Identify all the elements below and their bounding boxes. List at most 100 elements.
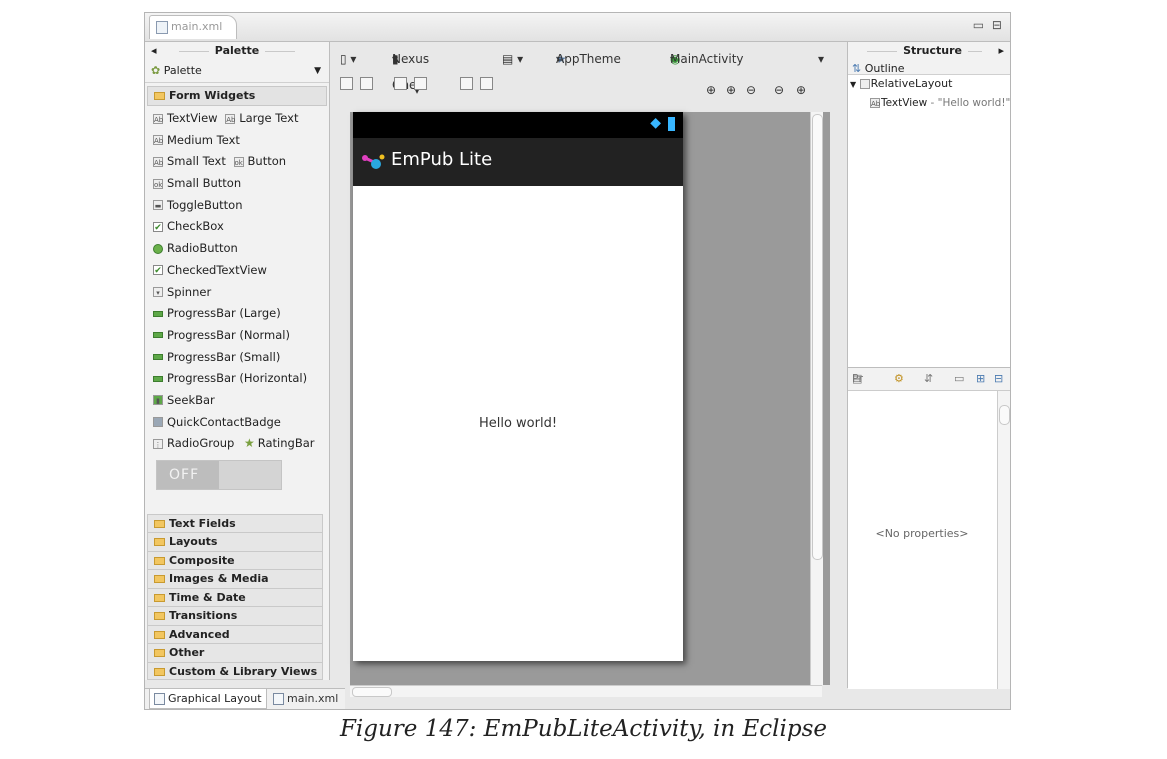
widget-ratingbar[interactable]: ★ RatingBar — [238, 436, 315, 450]
widget-label: QuickContactBadge — [167, 414, 281, 429]
canvas-vertical-scrollbar[interactable] — [810, 112, 823, 685]
editor-tab-label: main.xml — [171, 20, 223, 33]
collapse-all-icon[interactable]: ⊟ — [994, 368, 1003, 390]
widget-label: RadioButton — [167, 241, 238, 256]
widget-switch[interactable]: OFF — [156, 460, 282, 490]
radiobutton-icon — [153, 243, 163, 254]
design-canvas[interactable]: ◆ EmPub Lite Hello world! — [350, 112, 830, 685]
quickcontactbadge-icon — [153, 417, 163, 428]
widget-label: ProgressBar (Large) — [167, 306, 281, 321]
category-label: Composite — [169, 553, 235, 567]
widget-label: Button — [247, 154, 287, 169]
tab-main-xml[interactable]: main.xml — [269, 689, 342, 708]
widget-progressbar-small[interactable]: ProgressBar (Small) — [153, 347, 329, 369]
medium-text-icon: Ab — [153, 135, 164, 146]
togglebutton-icon: ▬ — [153, 200, 163, 211]
folder-icon — [154, 630, 165, 639]
widget-small-button[interactable]: ok Small Button — [153, 173, 329, 195]
expand-icon[interactable]: ▼ — [850, 80, 856, 89]
scroll-thumb[interactable] — [352, 687, 392, 697]
zoom-100-icon[interactable]: ⊖ — [746, 77, 756, 103]
category-advanced[interactable]: Advanced — [147, 624, 323, 643]
config-chooser-icon[interactable]: ▯ ▾ — [340, 46, 356, 72]
window-controls[interactable]: ▭ ⊟ — [973, 18, 1004, 32]
collapse-right-icon[interactable]: ▸ — [998, 42, 1004, 60]
widget-button[interactable]: ok Button — [230, 154, 287, 169]
widget-checkedtextview[interactable]: ✔ CheckedTextView — [153, 260, 329, 282]
widget-label: Small Text — [167, 154, 226, 169]
category-label: Layouts — [169, 535, 218, 548]
widget-label: RadioGroup — [167, 436, 235, 451]
progressbar-icon — [153, 310, 163, 317]
palette-categories: Text Fields Layouts Composite Images & M… — [147, 513, 323, 680]
widget-large-text[interactable]: Ab Large Text — [221, 111, 299, 125]
widget-radiogroup[interactable]: ⋮ RadioGroup — [153, 436, 234, 450]
zoom-fit-icon[interactable]: ⊕ — [706, 77, 716, 103]
tree-node-textview[interactable]: AbTextView - "Hello world!" — [870, 97, 1010, 109]
widget-progressbar-large[interactable]: ProgressBar (Large) — [153, 303, 329, 325]
structure-panel: Structure ▸ ⇅ Outline ▼ RelativeLayout A… — [847, 42, 1010, 689]
orientation-dropdown[interactable]: ▤ ▾ — [502, 46, 523, 72]
overflow-dropdown[interactable]: ▾ — [818, 46, 824, 72]
category-composite[interactable]: Composite — [147, 550, 323, 569]
xml-file-icon — [156, 20, 168, 34]
gravity-icon[interactable]: ▾ — [414, 77, 427, 103]
collapse-left-icon[interactable]: ◂ — [151, 42, 157, 60]
canvas-horizontal-scrollbar[interactable] — [350, 685, 822, 697]
category-transitions[interactable]: Transitions — [147, 606, 323, 625]
editor-tab-main-xml[interactable]: main.xml ☒ — [149, 15, 237, 55]
expand-all-icon[interactable]: ⊞ — [976, 368, 985, 390]
tree-node-relativelayout[interactable]: ▼ RelativeLayout — [850, 77, 952, 90]
category-time-date[interactable]: Time & Date — [147, 587, 323, 606]
widget-progressbar-normal[interactable]: ProgressBar (Normal) — [153, 325, 329, 347]
widget-row: Ab Small Text ok Button — [153, 151, 329, 173]
small-text-icon: Ab — [153, 156, 164, 167]
large-text-icon: Ab — [225, 113, 236, 124]
widget-seekbar[interactable]: ▮ SeekBar — [153, 390, 329, 412]
scroll-thumb[interactable] — [999, 405, 1010, 425]
filter-icon[interactable]: ⚙ — [894, 368, 904, 390]
layout-editor: ▯ ▾ ▮ Nexus One ▾ ▤ ▾ ★ AppTheme ▾ ◉ Mai… — [330, 42, 846, 697]
category-layouts[interactable]: Layouts — [147, 532, 323, 551]
config-toolbar: ▯ ▾ ▮ Nexus One ▾ ▤ ▾ ★ AppTheme ▾ ◉ Mai… — [330, 46, 846, 92]
category-text-fields[interactable]: Text Fields — [147, 513, 323, 532]
device-dropdown[interactable]: ▮ Nexus One ▾ — [392, 46, 429, 92]
widget-label: RatingBar — [257, 436, 315, 451]
widget-row: Ab TextView Ab Large Text — [153, 108, 329, 130]
widget-label: TextView — [167, 111, 218, 125]
theme-dropdown[interactable]: ★ AppTheme ▾ — [556, 46, 621, 72]
widget-spinner[interactable]: ▾ Spinner — [153, 282, 329, 304]
tab-graphical-layout[interactable]: Graphical Layout — [149, 689, 267, 709]
category-other[interactable]: Other — [147, 643, 323, 662]
widget-label: ProgressBar (Normal) — [167, 327, 290, 342]
widget-radiobutton[interactable]: RadioButton — [153, 238, 329, 260]
zoom-in-icon[interactable]: ⊕ — [796, 77, 806, 103]
properties-scrollbar[interactable] — [997, 391, 1010, 689]
widget-label: Large Text — [239, 111, 299, 125]
category-label: Form Widgets — [169, 89, 256, 102]
category-label: Advanced — [169, 627, 230, 641]
widget-progressbar-horizontal[interactable]: ProgressBar (Horizontal) — [153, 368, 329, 390]
scroll-thumb[interactable] — [812, 114, 823, 560]
folder-icon — [154, 612, 165, 620]
category-form-widgets[interactable]: Form Widgets — [147, 86, 327, 106]
widget-checkbox[interactable]: ✔ CheckBox — [153, 216, 329, 238]
hello-textview[interactable]: Hello world! — [353, 416, 683, 431]
chevron-down-icon: ▼ — [314, 66, 321, 76]
sort-icon[interactable]: ⇵ — [924, 368, 933, 390]
widget-togglebutton[interactable]: ▬ ToggleButton — [153, 195, 329, 217]
spinner-icon: ▾ — [153, 287, 163, 297]
zoom-out-icon[interactable]: ⊖ — [774, 77, 784, 103]
zoom-real-icon[interactable]: ⊕ — [726, 77, 736, 103]
category-custom-library-views[interactable]: Custom & Library Views — [147, 661, 323, 680]
widget-textview[interactable]: Ab TextView — [153, 111, 218, 125]
widget-small-text[interactable]: Ab Small Text — [153, 154, 226, 168]
widget-row: ⋮ RadioGroup ★ RatingBar — [153, 433, 329, 455]
activity-dropdown[interactable]: ◉ MainActivity ▾ — [670, 46, 744, 72]
widget-quickcontactbadge[interactable]: QuickContactBadge — [153, 412, 329, 434]
category-images-media[interactable]: Images & Media — [147, 569, 323, 588]
widget-medium-text[interactable]: Ab Medium Text — [153, 130, 329, 152]
status-bar: ◆ — [353, 112, 683, 138]
palette-selector[interactable]: ✿ Palette ▼ — [145, 60, 329, 83]
advanced-icon[interactable]: ▭ — [954, 368, 964, 390]
